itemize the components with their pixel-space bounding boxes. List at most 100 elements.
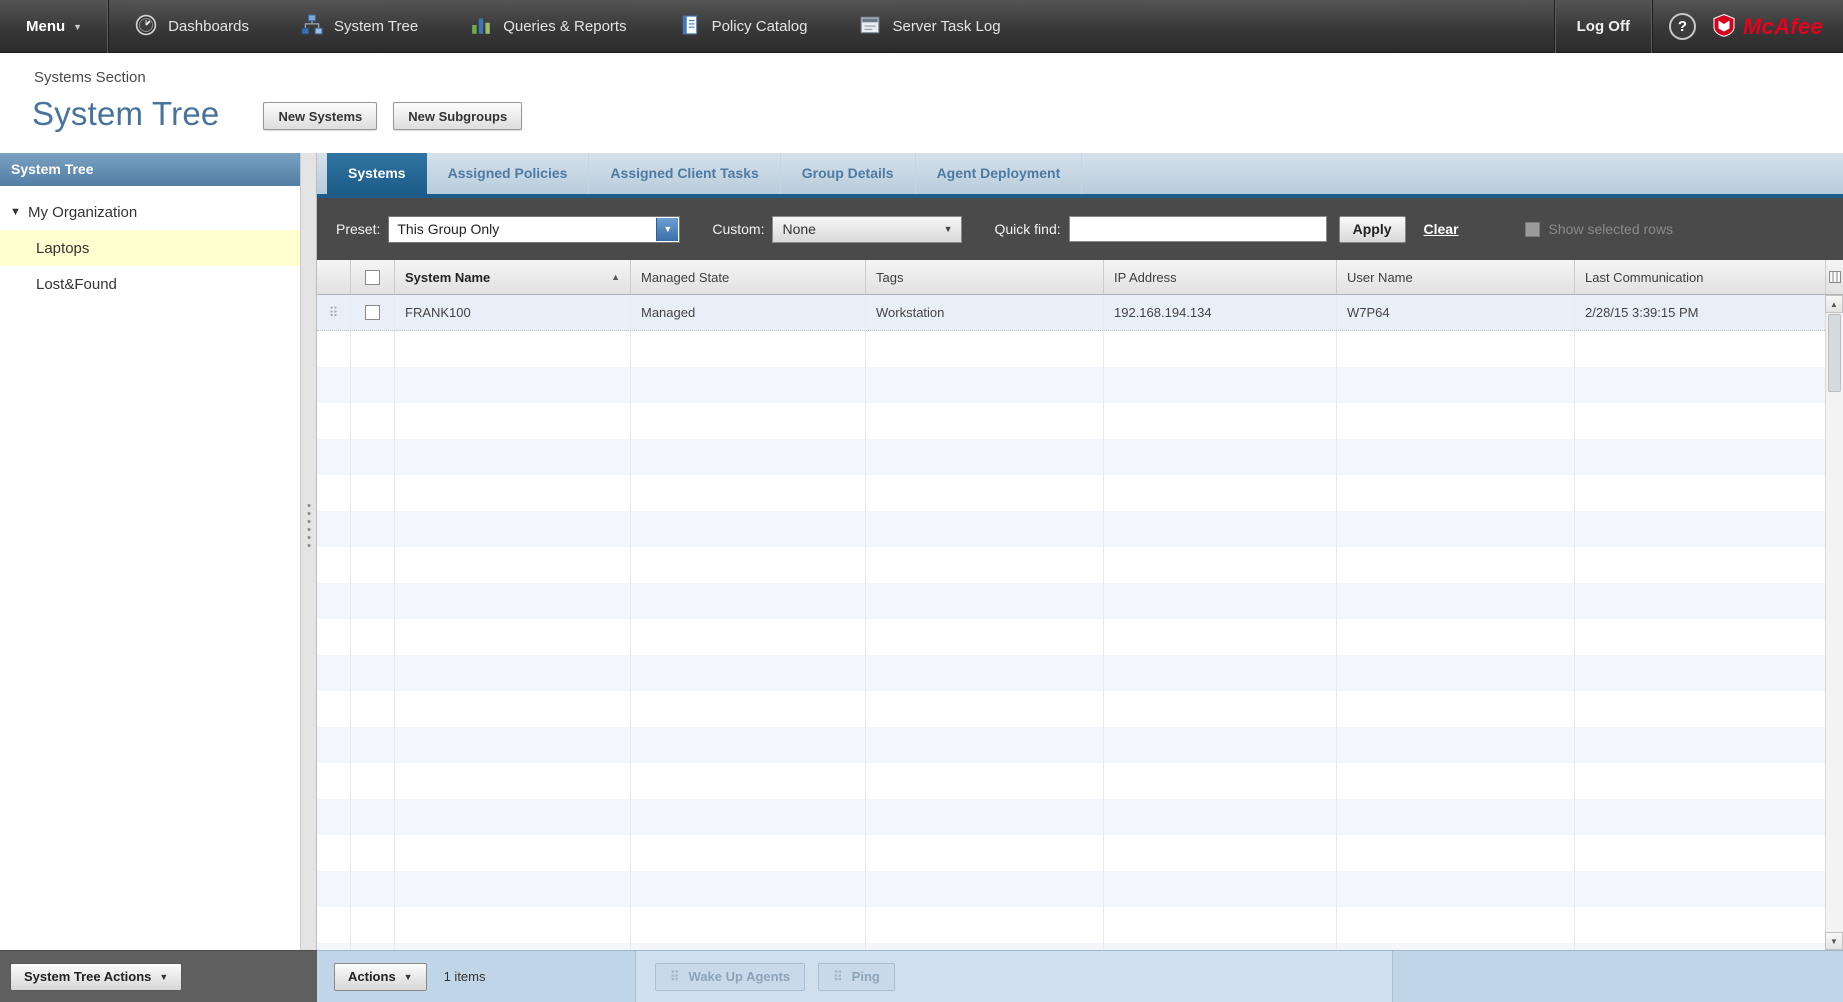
table-row: [317, 511, 1825, 547]
table-row[interactable]: ⠿ FRANK100 Managed Workstation 192.168.1…: [317, 295, 1825, 331]
main-content: Systems Assigned Policies Assigned Clien…: [317, 153, 1843, 950]
table-row: [317, 547, 1825, 583]
mcafee-logo: McAfee: [1712, 0, 1843, 53]
table-row: [317, 727, 1825, 763]
table-row: [317, 331, 1825, 367]
wake-up-agents-label: Wake Up Agents: [688, 969, 791, 984]
cell-ip-address: 192.168.194.134: [1104, 295, 1337, 330]
ping-label: Ping: [851, 969, 880, 984]
top-nav: Menu ▼ Dashboards System Tree Queries & …: [0, 0, 1843, 53]
queries-reports-icon: [470, 14, 492, 40]
table-row: [317, 439, 1825, 475]
help-icon[interactable]: ?: [1668, 13, 1696, 40]
column-header-user-name[interactable]: User Name: [1337, 260, 1575, 294]
menu-button[interactable]: Menu ▼: [0, 0, 110, 53]
log-off-button[interactable]: Log Off: [1553, 0, 1653, 53]
chevron-down-icon: ▼: [159, 971, 169, 982]
column-header-tags[interactable]: Tags: [866, 260, 1104, 294]
system-tree-panel: ▼ My Organization Laptops Lost&Found: [0, 186, 300, 950]
selected-actions-panel: ⠿ Wake Up Agents ⠿ Ping: [635, 951, 1393, 1002]
mcafee-shield-icon: [1712, 13, 1736, 41]
scroll-up-button[interactable]: ▲: [1825, 295, 1843, 313]
caret-down-icon[interactable]: ▼: [10, 206, 28, 218]
tab-assigned-policies[interactable]: Assigned Policies: [427, 153, 590, 194]
show-selected-label: Show selected rows: [1548, 221, 1674, 237]
system-tree-actions-label: System Tree Actions: [24, 969, 152, 984]
tree-item-label: Lost&Found: [36, 275, 117, 293]
cell-user-name: W7P64: [1337, 295, 1575, 330]
custom-dropdown[interactable]: None ▼: [772, 215, 963, 243]
tab-group-details[interactable]: Group Details: [781, 153, 916, 194]
system-tree-actions-button[interactable]: System Tree Actions ▼: [10, 962, 183, 991]
column-header-label: System Name: [405, 269, 491, 285]
sidebar-splitter[interactable]: [300, 153, 317, 950]
actions-button[interactable]: Actions ▼: [334, 962, 427, 991]
sidebar-title: System Tree: [0, 153, 300, 186]
filter-bar: Preset: This Group Only ▼ Custom: None ▼…: [317, 198, 1843, 260]
custom-value: None: [782, 221, 816, 237]
nav-item-label: System Tree: [333, 18, 419, 35]
nav-item-queries-reports[interactable]: Queries & Reports: [444, 0, 652, 53]
tree-item-laptops[interactable]: Laptops: [0, 230, 300, 266]
chevron-down-icon: ▼: [943, 224, 953, 234]
select-all-checkbox[interactable]: [365, 269, 380, 285]
table-row: [317, 655, 1825, 691]
scroll-down-button[interactable]: ▼: [1825, 932, 1843, 950]
splitter-grip-icon: [307, 503, 310, 547]
table-body: ⠿ FRANK100 Managed Workstation 192.168.1…: [317, 295, 1825, 950]
log-off-label: Log Off: [1576, 18, 1630, 35]
cell-managed-state: Managed: [631, 295, 866, 330]
column-header-ip-address[interactable]: IP Address: [1104, 260, 1337, 294]
tree-item-lost-and-found[interactable]: Lost&Found: [0, 266, 300, 302]
table-row: [317, 583, 1825, 619]
tab-agent-deployment[interactable]: Agent Deployment: [916, 153, 1083, 194]
table-row: [317, 799, 1825, 835]
dashboards-icon: [135, 14, 157, 40]
tree-item-my-organization[interactable]: ▼ My Organization: [0, 194, 300, 230]
tree-item-label: My Organization: [28, 203, 138, 221]
column-header-managed-state[interactable]: Managed State: [631, 260, 866, 294]
drag-handle-icon[interactable]: ⠿: [329, 305, 339, 321]
nav-item-system-tree[interactable]: System Tree: [275, 0, 444, 53]
table-row: [317, 871, 1825, 907]
row-check-cell: [351, 295, 395, 330]
vertical-scrollbar: ▲ ▼: [1825, 260, 1843, 950]
wake-up-agents-button: ⠿ Wake Up Agents: [655, 962, 806, 991]
table-actions-area: Actions ▼ 1 items ⠿ Wake Up Agents ⠿ Pin…: [317, 950, 1843, 1002]
nav-item-policy-catalog[interactable]: Policy Catalog: [653, 0, 834, 53]
chevron-down-icon: ▼: [73, 21, 83, 32]
drag-handle-icon: ⠿: [670, 968, 680, 984]
items-count: 1 items: [443, 969, 486, 984]
chevron-down-icon[interactable]: ▼: [656, 217, 679, 241]
preset-dropdown[interactable]: This Group Only ▼: [388, 215, 681, 243]
preset-value: This Group Only: [397, 221, 500, 237]
row-checkbox[interactable]: [365, 305, 380, 320]
page-header: Systems Section System Tree New Systems …: [0, 53, 1843, 153]
nav-item-server-task-log[interactable]: Server Task Log: [833, 0, 1026, 53]
scrollbar-thumb[interactable]: [1828, 314, 1841, 392]
mcafee-wordmark: McAfee: [1742, 13, 1823, 39]
show-selected-rows: Show selected rows: [1524, 221, 1674, 237]
tab-systems[interactable]: Systems: [327, 153, 427, 194]
row-drag-cell: ⠿: [317, 295, 351, 330]
drag-column-header: [317, 260, 351, 294]
cell-tags: Workstation: [866, 295, 1104, 330]
new-systems-button[interactable]: New Systems: [263, 102, 378, 130]
apply-button[interactable]: Apply: [1338, 215, 1406, 243]
column-header-system-name[interactable]: System Name ▲: [395, 260, 631, 294]
table-row: [317, 943, 1825, 950]
nav-item-dashboards[interactable]: Dashboards: [109, 0, 275, 53]
sidebar-actions-area: System Tree Actions ▼: [0, 950, 317, 1002]
column-chooser-icon[interactable]: [1825, 260, 1843, 295]
page-title: System Tree: [32, 95, 220, 132]
menu-label: Menu: [26, 18, 66, 35]
tab-assigned-client-tasks[interactable]: Assigned Client Tasks: [589, 153, 781, 194]
column-header-last-communication[interactable]: Last Communication: [1575, 260, 1825, 294]
quick-find-input[interactable]: [1068, 216, 1327, 242]
system-tree-icon: [301, 14, 323, 40]
actions-label: Actions: [348, 969, 396, 984]
new-subgroups-button[interactable]: New Subgroups: [393, 102, 523, 130]
clear-link[interactable]: Clear: [1424, 221, 1459, 237]
scrollbar-track[interactable]: [1825, 313, 1843, 932]
